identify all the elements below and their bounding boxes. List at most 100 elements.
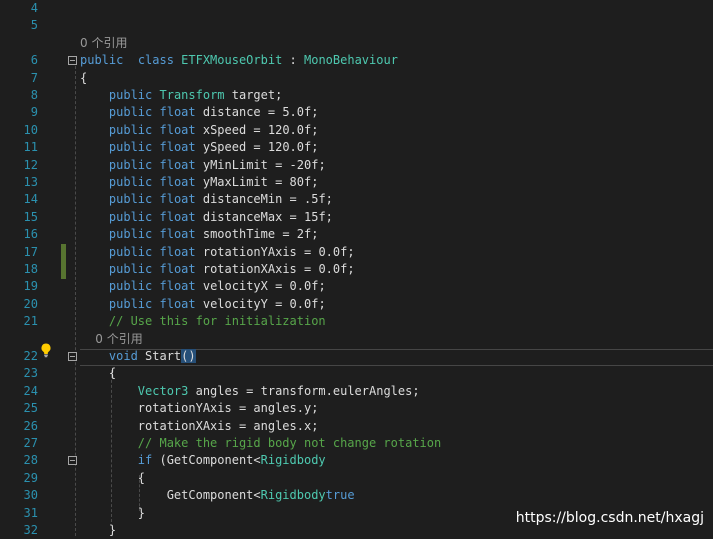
code-token: : [282,53,304,68]
code-token: { [80,470,146,485]
codelens-references[interactable]: 0 个引用 [80,35,127,52]
code-text[interactable]: public float distanceMax = 15f; [80,209,333,226]
code-line[interactable]: 17 public float rotationYAxis = 0.0f; [0,243,713,262]
code-text[interactable]: // Make the rigid body not change rotati… [80,435,441,452]
code-text[interactable]: public float yMaxLimit = 80f; [80,174,319,191]
code-line[interactable]: 8 public Transform target; [0,87,713,104]
line-number: 9 [30,105,38,120]
code-text[interactable]: public class ETFXMouseOrbit : MonoBehavi… [80,52,398,69]
type-token: Transform [159,88,225,102]
code-text[interactable]: if (GetComponent<Rigidbody [80,452,326,469]
code-text[interactable]: void Start() [80,348,196,365]
code-line[interactable]: 22 void Start() [0,348,713,365]
code-text[interactable]: rotationYAxis = angles.y; [80,400,319,417]
code-line[interactable]: 6 public class ETFXMouseOrbit : MonoBehav… [0,52,713,69]
code-line[interactable]: 5 [0,17,713,34]
code-text[interactable]: { [80,70,87,87]
fold-toggle-icon[interactable] [68,352,77,361]
keyword-token: public [108,105,153,120]
code-line[interactable]: 24 Vector3 angles = transform.eulerAngle… [0,383,713,400]
code-line[interactable]: 0 个引用 [0,331,713,348]
code-text[interactable]: public float rotationXAxis = 0.0f; [80,261,355,278]
code-line[interactable]: 19 public float velocityX = 0.0f; [0,278,713,295]
change-indicator [61,261,66,279]
code-line[interactable]: 23 { [0,365,713,382]
code-editor[interactable]: 4 5 0 个引用 6 public class ETFXMouseOrbit : Mo… [0,0,713,539]
code-text[interactable]: public float smoothTime = 2f; [80,226,319,243]
code-line[interactable]: 0 个引用 [0,35,713,52]
keyword-token: public [80,53,124,68]
code-line[interactable]: 14 public float distanceMin = .5f; [0,191,713,208]
code-text[interactable]: public float xSpeed = 120.0f; [80,122,319,139]
keyword-token: public [108,157,153,172]
code-text[interactable]: // Use this for initialization [80,313,326,330]
line-number: 25 [23,401,38,416]
code-line[interactable]: 15 public float distanceMax = 15f; [0,209,713,226]
codelens-references[interactable]: 0 个引用 [80,331,142,348]
code-line[interactable]: 12 public float yMinLimit = -20f; [0,157,713,174]
lightbulb-icon[interactable] [38,342,54,358]
code-text[interactable]: public float velocityX = 0.0f; [80,278,326,295]
code-text[interactable]: } [80,522,116,539]
code-line[interactable]: 18 public float rotationXAxis = 0.0f; [0,261,713,279]
code-line[interactable]: 25 rotationYAxis = angles.y; [0,400,713,417]
code-line[interactable]: 10 public float xSpeed = 120.0f; [0,122,713,139]
code-text[interactable]: public float yMinLimit = -20f; [80,157,326,174]
code-line[interactable]: 27 // Make the rigid body not change rot… [0,435,713,452]
keyword-token: public [108,262,153,276]
line-number: 29 [23,470,38,485]
code-line[interactable]: 11 public float ySpeed = 120.0f; [0,139,713,156]
code-line[interactable]: 21 // Use this for initialization [0,313,713,330]
code-line[interactable]: 13 public float yMaxLimit = 80f; [0,174,713,191]
keyword-token: public [108,122,153,137]
code-line[interactable]: 7{ [0,70,713,87]
code-text[interactable]: public float velocityY = 0.0f; [80,296,326,313]
code-line[interactable]: 9 public float distance = 5.0f; [0,104,713,121]
line-number: 26 [23,418,38,433]
line-number: 19 [23,279,38,294]
code-text[interactable]: public float ySpeed = 120.0f; [80,139,319,156]
code-text[interactable]: public float distance = 5.0f; [80,104,319,121]
code-line[interactable]: 16 public float smoothTime = 2f; [0,226,713,243]
code-token: Start [137,349,182,363]
code-token: velocityY = 0.0f; [195,296,326,311]
code-text[interactable]: { [80,365,116,382]
line-number: 24 [23,383,38,398]
line-number: 6 [30,53,38,68]
code-text[interactable]: public float rotationYAxis = 0.0f; [80,244,355,261]
keyword-token: float [159,279,196,294]
code-line[interactable]: 29 { [0,470,713,487]
code-text[interactable]: GetComponent<Rigidbodytrue [80,487,355,504]
line-number: 16 [23,227,38,242]
fold-toggle-icon[interactable] [68,456,77,466]
code-text[interactable]: rotationXAxis = angles.x; [80,418,319,435]
code-line[interactable]: 30 GetComponent<Rigidbodytrue [0,487,713,504]
code-text[interactable]: public Transform target; [80,87,282,104]
code-text[interactable]: { [80,470,145,487]
keyword-token: public [108,227,153,242]
line-number: 11 [23,140,38,155]
code-text[interactable]: } [80,505,145,522]
code-text[interactable]: Vector3 angles = transform.eulerAngles; [80,383,420,400]
code-token: xSpeed = 120.0f; [195,122,319,137]
code-line[interactable]: 26 rotationXAxis = angles.x; [0,418,713,435]
keyword-token: float [159,262,196,276]
line-number: 21 [23,314,38,329]
code-line[interactable]: 28 if (GetComponent<Rigidbody [0,452,713,469]
code-line[interactable]: 4 [0,0,713,17]
fold-toggle-icon[interactable] [68,56,77,66]
code-line[interactable]: 20 public float velocityY = 0.0f; [0,296,713,313]
code-token: { [80,366,117,381]
code-text[interactable]: public float distanceMin = .5f; [80,191,333,208]
